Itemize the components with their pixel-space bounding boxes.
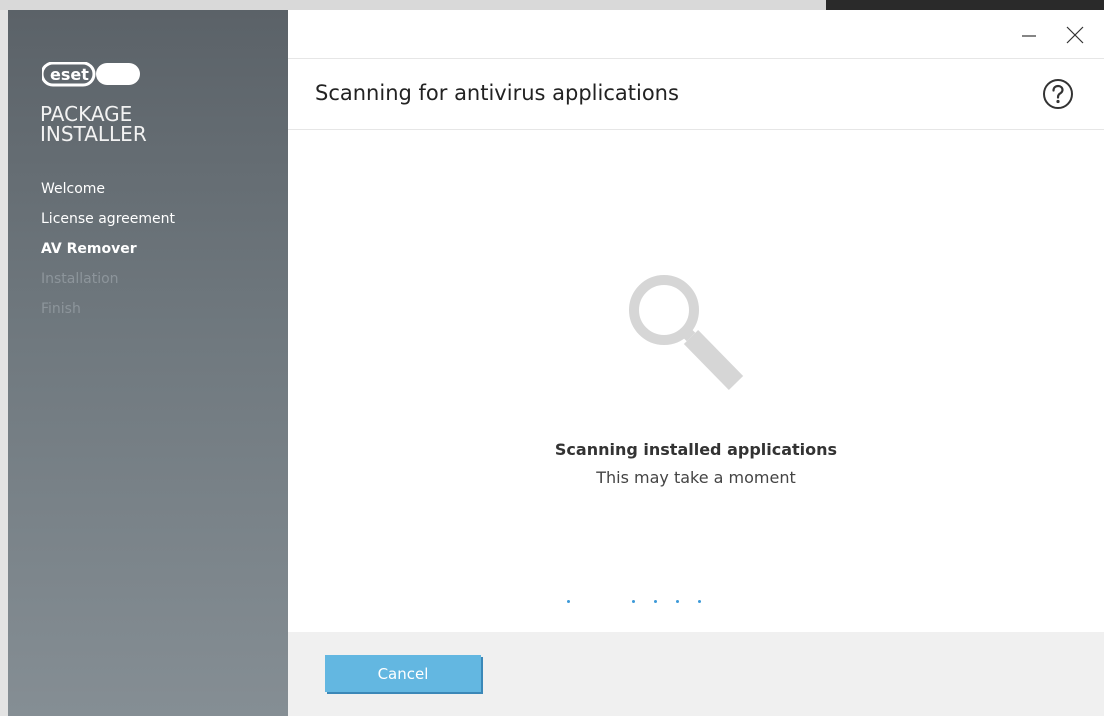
eset-logo: eset (42, 62, 142, 88)
step-installation: Installation (41, 271, 119, 287)
progress-dot (676, 600, 679, 603)
magnifier-icon (628, 270, 788, 414)
logo-text: eset (50, 65, 89, 84)
minimize-icon (1022, 35, 1036, 37)
progress-dot (698, 600, 701, 603)
main-panel: Scanning for antivirus applications Scan… (288, 10, 1104, 716)
step-list: Welcome License agreement AV Remover Ins… (41, 182, 175, 332)
desktop-dark-region (826, 0, 1104, 10)
step-av-remover: AV Remover (41, 241, 137, 257)
footer-bar: Cancel (288, 632, 1104, 716)
progress-dots (288, 600, 1104, 608)
close-icon (1066, 26, 1084, 44)
status-title: Scanning installed applications (554, 440, 838, 459)
step-finish: Finish (41, 301, 81, 317)
product-line-1: PACKAGE (40, 102, 133, 126)
minimize-button[interactable] (1012, 18, 1046, 52)
step-welcome: Welcome (41, 181, 106, 197)
status-subtitle: This may take a moment (596, 468, 796, 487)
product-name: PACKAGE INSTALLER (40, 104, 147, 144)
sidebar: eset PACKAGE INSTALLER Welcome License a… (8, 10, 288, 716)
question-circle-icon (1043, 79, 1073, 109)
title-bar (288, 10, 1104, 59)
help-button[interactable] (1042, 78, 1074, 110)
progress-dot (632, 600, 635, 603)
desktop-top-strip (0, 0, 1104, 10)
product-line-2: INSTALLER (40, 122, 147, 146)
progress-dot (654, 600, 657, 603)
page-header: Scanning for antivirus applications (288, 59, 1104, 130)
cancel-button[interactable]: Cancel (325, 655, 481, 692)
page-title: Scanning for antivirus applications (315, 81, 679, 105)
installer-window: eset PACKAGE INSTALLER Welcome License a… (8, 10, 1104, 716)
close-button[interactable] (1058, 18, 1092, 52)
step-license-agreement: License agreement (41, 211, 175, 227)
progress-dot (567, 600, 570, 603)
scan-content: Scanning installed applications This may… (288, 130, 1104, 632)
